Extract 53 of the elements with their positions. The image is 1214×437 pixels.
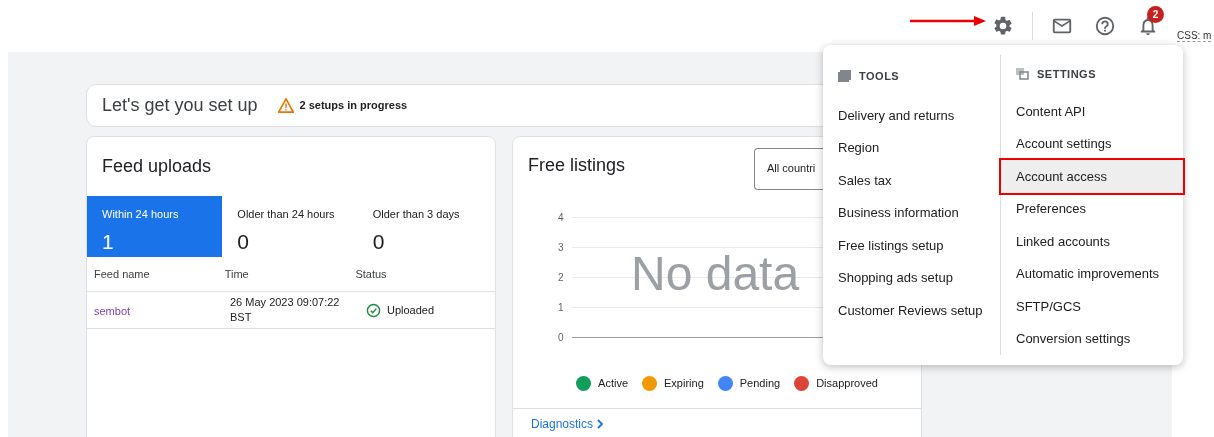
banner-title: Let's get you set up [102, 94, 258, 117]
column-header: Status [355, 266, 388, 282]
card-title: Feed uploads [102, 155, 212, 178]
column-header: Feed name [94, 266, 151, 282]
tab-label: Older than 24 hours [237, 207, 336, 222]
tab-label: Within 24 hours [102, 207, 180, 222]
axis-tick-label: 3 [558, 240, 565, 255]
menu-item[interactable]: Automatic improvements [1001, 257, 1183, 290]
menu-item[interactable]: Conversion settings [1001, 322, 1183, 355]
menu-item[interactable]: Account access [1001, 160, 1183, 193]
tab-label: Older than 3 days [372, 207, 461, 222]
menu-item[interactable]: Region [823, 131, 1000, 164]
tab-count: 0 [237, 228, 251, 255]
legend-label: Expiring [664, 376, 704, 391]
chevron-right-icon [597, 418, 605, 429]
axis-tick-label: 0 [558, 330, 565, 345]
status-text: Uploaded [387, 302, 435, 318]
menu-item[interactable]: Sales tax [823, 164, 1000, 197]
section-header: SETTINGS [1037, 66, 1096, 82]
section-header: TOOLS [859, 68, 900, 84]
menu-item[interactable]: Preferences [1001, 192, 1183, 225]
axis-tick-label: 2 [558, 270, 565, 285]
menu-item[interactable]: Account settings [1001, 127, 1183, 160]
layers-icon [1016, 68, 1029, 80]
tab-count: 1 [102, 228, 115, 255]
devtools-label: CSS: m [1177, 31, 1212, 42]
legend-label: Pending [739, 376, 781, 391]
menu-item[interactable]: Delivery and returns [823, 99, 1000, 132]
feed-tab[interactable]: Within 24 hours 1 [87, 196, 223, 257]
table-cell-text: 26 May 2023 09:07:22 BST [230, 295, 341, 325]
menu-item[interactable]: Free listings setup [823, 229, 1000, 262]
menu-item[interactable]: Content API [1001, 95, 1183, 128]
menu-item[interactable]: Business information [823, 196, 1000, 229]
check-circle-icon [366, 302, 381, 318]
axis-tick-label: 1 [558, 300, 565, 315]
feed-link[interactable]: sembot [94, 305, 131, 317]
help-icon[interactable] [1094, 15, 1116, 37]
legend-label: Disapproved [816, 376, 878, 391]
card-title: Free listings [528, 154, 626, 177]
legend-label: Active [598, 376, 629, 391]
menu-item[interactable]: Linked accounts [1001, 225, 1183, 258]
column-header: Time [224, 266, 250, 282]
menu-item[interactable]: Shopping ads setup [823, 261, 1000, 294]
empty-chart-message: No data [631, 250, 800, 298]
menu-item[interactable]: Customer Reviews setup [823, 294, 1000, 327]
tab-count: 0 [372, 228, 386, 255]
diagnostics-link[interactable]: Diagnostics [531, 416, 594, 431]
setup-status: 2 setups in progress [299, 98, 408, 114]
warning-icon [277, 98, 294, 113]
settings-icon[interactable] [992, 15, 1014, 37]
notification-badge: 2 [1147, 6, 1164, 23]
axis-tick-label: 4 [558, 210, 565, 225]
menu-item[interactable]: SFTP/GCS [1001, 290, 1183, 323]
